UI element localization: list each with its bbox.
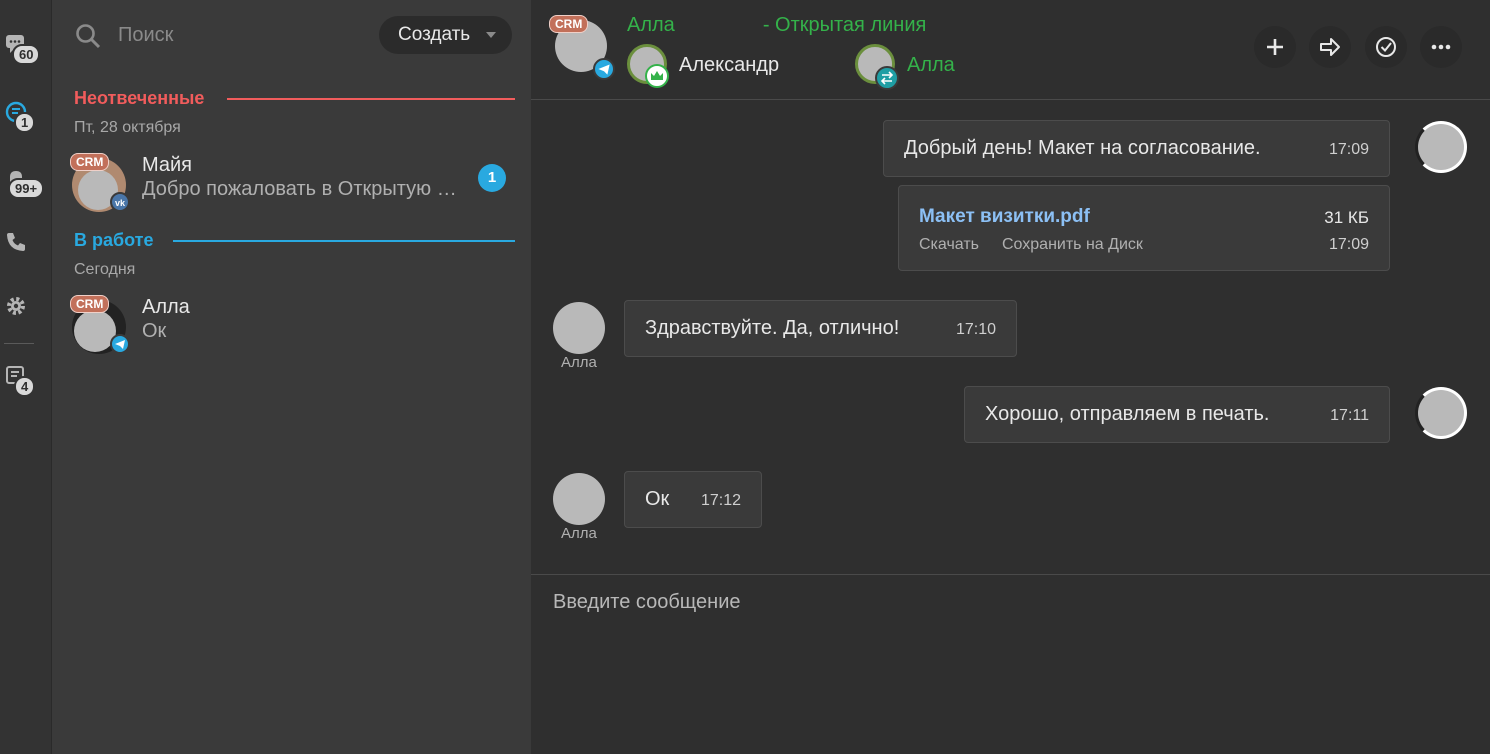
conversation-pane: CRM Алла - Открытая линия Александр Алла [531,0,1490,754]
group-date: Сегодня [74,261,136,278]
phone-icon [7,233,25,251]
message-time: 17:10 [955,321,996,338]
crown-icon [645,64,669,88]
avatar [1415,387,1467,439]
conversation-title[interactable]: Алла - Открытая линия [627,14,926,37]
chat-name: Алла [142,296,190,318]
chat-list-item[interactable]: CRM Алла Ок [68,294,518,354]
rail-badge: 60 [12,44,41,65]
vk-icon: vk [110,192,130,212]
create-button[interactable]: Создать [379,16,512,54]
create-button-label: Создать [398,24,471,45]
file-message: Макет визитки.pdf 31 КБ Скачать Сохранит… [898,185,1390,271]
add-button[interactable] [1254,26,1296,68]
gear-icon [7,297,25,315]
forward-button[interactable] [1309,26,1351,68]
search-input[interactable] [118,20,368,50]
more-icon [1431,44,1451,50]
conversation-header: CRM Алла - Открытая линия Александр Алла [531,0,1490,100]
rail-badge: 4 [14,376,36,397]
rail-notifications[interactable]: 99+ [0,158,52,206]
rail-chats[interactable]: 60 [0,24,52,72]
telegram-icon [593,58,615,80]
group-divider [227,98,515,100]
rail-badge: 1 [14,112,36,133]
rail-tasks[interactable]: 4 [0,356,52,404]
message-time: 17:09 [1328,236,1369,253]
chat-last-message: Добро пожаловать в Открытую … [142,178,457,200]
message-time: 17:09 [1328,141,1369,158]
download-link[interactable]: Скачать [919,236,979,254]
member-name: Александр [679,54,780,76]
left-rail: 60 1 99+ 4 [0,0,52,754]
chat-name: Майя [142,154,193,176]
check-circle-icon [1376,37,1396,57]
rail-open-lines[interactable]: 1 [0,92,52,140]
group-header-unanswered: Неотвеченные [74,88,515,108]
message-composer [531,574,1490,754]
message-time: 17:11 [1330,407,1369,424]
svg-text:vk: vk [115,198,126,208]
message-bubble-incoming[interactable]: Ок 17:12 [624,471,762,528]
rail-badge: 99+ [8,178,45,199]
crm-tag: CRM [70,295,110,313]
messenger-window: 60 1 99+ 4 Создать [0,0,1490,754]
message-bubble-outgoing[interactable]: Добрый день! Макет на согласование. 17:0… [883,120,1390,177]
avatar [1415,121,1467,173]
finish-dialog-button[interactable] [1365,26,1407,68]
group-title: В работе [74,230,154,250]
avatar [553,473,605,525]
more-button[interactable] [1420,26,1462,68]
author-name: Алла [561,354,597,371]
telegram-icon [110,334,130,354]
file-size: 31 КБ [1324,208,1369,227]
group-title: Неотвеченные [74,88,205,108]
group-divider [173,240,515,242]
forward-icon [1320,38,1340,56]
rail-settings[interactable] [0,286,52,334]
rail-divider [4,343,34,344]
message-text: Здравствуйте. Да, отлично! [645,317,900,339]
chevron-down-icon [486,32,496,38]
message-bubble-incoming[interactable]: Здравствуйте. Да, отлично! 17:10 [624,300,1017,357]
message-text: Добрый день! Макет на согласование. [904,137,1261,159]
file-name-link[interactable]: Макет визитки.pdf [919,206,1090,228]
message-feed: Добрый день! Макет на согласование. 17:0… [531,101,1490,574]
message-bubble-outgoing[interactable]: Хорошо, отправляем в печать. 17:11 [964,386,1390,443]
message-time: 17:12 [700,492,741,509]
message-text: Ок [645,488,670,510]
member-name: Алла [907,54,955,76]
author-name: Алла [561,525,597,542]
chat-list-item[interactable]: CRM vk Майя Добро пожаловать в Открытую … [68,152,518,212]
title-suffix: - Открытая линия [762,14,927,36]
message-input[interactable] [553,587,1453,617]
transfer-icon [875,66,899,90]
rail-phone[interactable] [0,222,52,270]
crm-tag: CRM [549,15,589,33]
group-header-in-work: В работе [74,230,515,250]
title-name: Алла [627,14,675,36]
avatar [553,302,605,354]
message-text: Хорошо, отправляем в печать. [985,403,1270,425]
crm-tag: CRM [70,153,110,171]
unread-counter: 1 [478,164,506,192]
search-icon [76,24,101,49]
group-date: Пт, 28 октября [74,119,181,136]
chat-last-message: Ок [142,320,167,342]
chat-list-panel: Создать Неотвеченные Пт, 28 октября CRM … [52,0,531,754]
save-to-disk-link[interactable]: Сохранить на Диск [1002,236,1143,254]
add-icon [1267,39,1283,55]
